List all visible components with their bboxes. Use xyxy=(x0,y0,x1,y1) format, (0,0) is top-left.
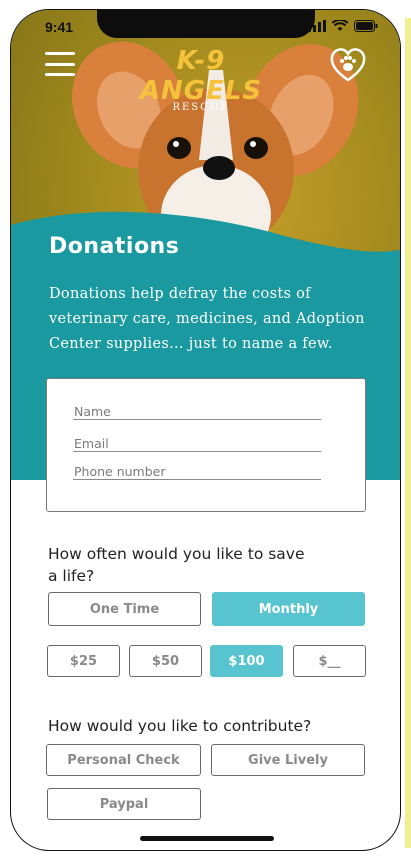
amount-25-button[interactable]: $25 xyxy=(47,645,120,677)
one-time-button[interactable]: One Time xyxy=(48,592,201,626)
status-time: 9:41 xyxy=(45,19,74,35)
logo-main-text: K-9 ANGELS xyxy=(139,46,263,106)
phone-field[interactable]: Phone number xyxy=(73,459,321,480)
amount-50-button[interactable]: $50 xyxy=(129,645,202,677)
logo: K-9 ANGELS RESCUE xyxy=(121,46,281,113)
email-field[interactable]: Email xyxy=(73,431,321,452)
paypal-button[interactable]: Paypal xyxy=(47,788,201,820)
contact-form: Name Email Phone number xyxy=(46,378,366,512)
name-field[interactable]: Name xyxy=(73,399,321,420)
give-lively-button[interactable]: Give Lively xyxy=(211,744,365,776)
wifi-icon xyxy=(332,20,348,31)
frequency-question: How often would you like to save a life? xyxy=(48,545,305,585)
status-bar: 9:41 xyxy=(11,10,400,48)
amount-100-button[interactable]: $100 xyxy=(210,645,283,677)
page-title: Donations xyxy=(49,234,180,259)
signal-icon xyxy=(308,20,326,32)
status-icons xyxy=(308,20,378,32)
contribute-question: How would you like to contribute? xyxy=(48,717,312,735)
amount-custom-button[interactable]: $__ xyxy=(293,645,366,677)
heart-paw-icon[interactable] xyxy=(329,46,367,84)
screen: 9:41 K-9 ANGELS RESCUE Donations Donatio… xyxy=(11,10,400,850)
notch xyxy=(97,10,315,38)
donations-description: Donations help defray the costs of veter… xyxy=(49,286,365,352)
side-strip xyxy=(405,18,411,848)
monthly-button[interactable]: Monthly xyxy=(212,592,365,626)
phone-placeholder: Phone number xyxy=(74,464,166,479)
battery-icon xyxy=(354,20,378,32)
hamburger-menu-icon[interactable] xyxy=(45,52,75,76)
phone-frame: 9:41 K-9 ANGELS RESCUE Donations Donatio… xyxy=(0,0,411,864)
email-placeholder: Email xyxy=(74,436,109,451)
personal-check-button[interactable]: Personal Check xyxy=(46,744,201,776)
home-indicator[interactable] xyxy=(140,836,274,841)
name-placeholder: Name xyxy=(74,404,111,419)
